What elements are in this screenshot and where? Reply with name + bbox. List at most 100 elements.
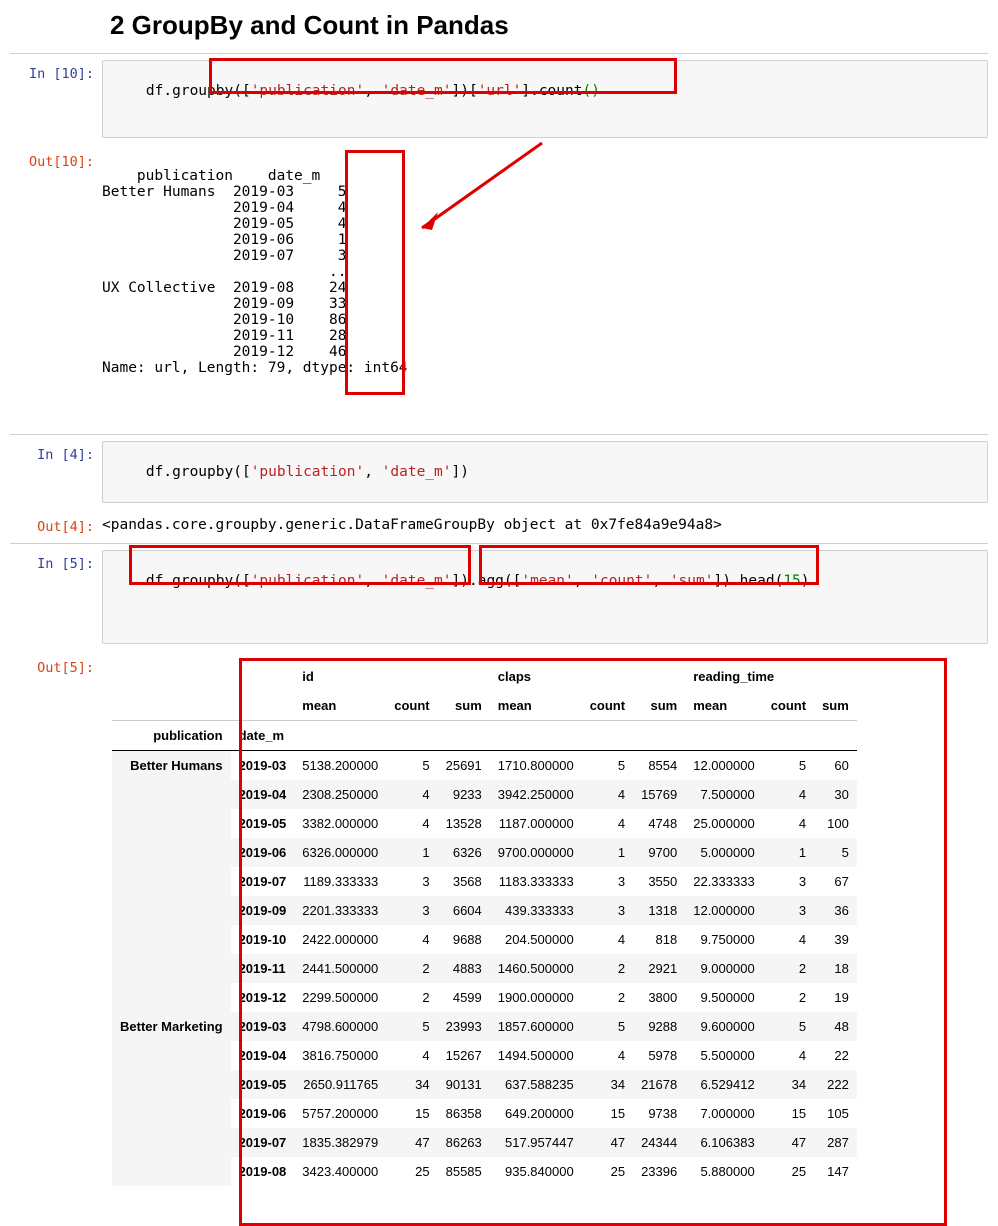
cell-value: 5 <box>386 751 437 781</box>
cell-value: 18 <box>814 954 857 983</box>
cell-value: 2299.500000 <box>294 983 386 1012</box>
cell-value: 222 <box>814 1070 857 1099</box>
th-spacer <box>112 662 231 691</box>
table-row: Better Humans2019-035138.200000525691171… <box>112 751 857 781</box>
th-spacer <box>633 721 685 751</box>
cell-value: 25 <box>763 1157 814 1186</box>
cell-value: 2650.911765 <box>294 1070 386 1099</box>
cell-value: 9.500000 <box>685 983 762 1012</box>
cell-value: 3 <box>386 896 437 925</box>
th-spacer <box>112 691 231 721</box>
cell-value: 649.200000 <box>490 1099 582 1128</box>
cell-value: 39 <box>814 925 857 954</box>
row-index-date: 2019-12 <box>231 983 295 1012</box>
cell-value: 5.000000 <box>685 838 762 867</box>
cell-value: 12.000000 <box>685 896 762 925</box>
cell-value: 204.500000 <box>490 925 582 954</box>
cell-value: 3 <box>582 867 633 896</box>
row-index-publication: Better Humans <box>112 751 231 1013</box>
dataframe-table: idclapsreading_timemeancountsummeancount… <box>112 662 857 1186</box>
sub-col-header: mean <box>685 691 762 721</box>
th-spacer <box>685 721 762 751</box>
cell-value: 15 <box>763 1099 814 1128</box>
cell-value: 5978 <box>633 1041 685 1070</box>
cell-value: 2 <box>582 954 633 983</box>
row-index-date: 2019-03 <box>231 751 295 781</box>
cell-value: 30 <box>814 780 857 809</box>
cell-value: 23396 <box>633 1157 685 1186</box>
out-prompt-5: Out[5]: <box>10 654 102 1186</box>
cell-value: 60 <box>814 751 857 781</box>
cell-value: 85585 <box>438 1157 490 1186</box>
cell-value: 4798.600000 <box>294 1012 386 1041</box>
cell-value: 21678 <box>633 1070 685 1099</box>
cell-value: 4 <box>386 780 437 809</box>
cell-value: 25 <box>386 1157 437 1186</box>
code-input-10[interactable]: df.groupby(['publication', 'date_m'])['u… <box>102 60 988 138</box>
cell-value: 15769 <box>633 780 685 809</box>
cell-value: 86358 <box>438 1099 490 1128</box>
code-input-4[interactable]: df.groupby(['publication', 'date_m']) <box>102 441 988 503</box>
cell-value: 1900.000000 <box>490 983 582 1012</box>
cell-value: 4 <box>386 925 437 954</box>
cell-value: 2 <box>386 983 437 1012</box>
output-cell-10: Out[10]: publication date_m Better Human… <box>10 144 988 434</box>
cell-value: 34 <box>582 1070 633 1099</box>
arrow-annotation <box>402 138 552 258</box>
th-spacer <box>814 721 857 751</box>
cell-value: 12.000000 <box>685 751 762 781</box>
input-cell-4: In [4]: df.groupby(['publication', 'date… <box>10 434 988 509</box>
cell-value: 3 <box>763 896 814 925</box>
cell-value: 9.750000 <box>685 925 762 954</box>
th-spacer <box>386 721 437 751</box>
cell-value: 5 <box>763 751 814 781</box>
cell-value: 9288 <box>633 1012 685 1041</box>
cell-value: 6326.000000 <box>294 838 386 867</box>
in-prompt-5: In [5]: <box>10 550 102 644</box>
cell-value: 4 <box>582 925 633 954</box>
row-index-date: 2019-03 <box>231 1012 295 1041</box>
col-group-header: claps <box>490 662 685 691</box>
cell-value: 25.000000 <box>685 809 762 838</box>
cell-value: 1187.000000 <box>490 809 582 838</box>
cell-value: 25 <box>582 1157 633 1186</box>
cell-value: 13528 <box>438 809 490 838</box>
cell-value: 3 <box>386 867 437 896</box>
in-prompt-10: In [10]: <box>10 60 102 138</box>
cell-value: 3 <box>582 896 633 925</box>
code-input-5[interactable]: df.groupby(['publication', 'date_m']).ag… <box>102 550 988 644</box>
cell-value: 147 <box>814 1157 857 1186</box>
cell-value: 4 <box>763 809 814 838</box>
cell-value: 2 <box>763 954 814 983</box>
cell-value: 9700 <box>633 838 685 867</box>
cell-value: 47 <box>763 1128 814 1157</box>
output-cell-4: Out[4]: <pandas.core.groupby.generic.Dat… <box>10 509 988 543</box>
cell-value: 90131 <box>438 1070 490 1099</box>
dataframe-output-5: idclapsreading_timemeancountsummeancount… <box>102 654 988 1186</box>
cell-value: 22.333333 <box>685 867 762 896</box>
input-cell-10: In [10]: df.groupby(['publication', 'dat… <box>10 53 988 144</box>
row-index-date: 2019-04 <box>231 1041 295 1070</box>
cell-value: 1183.333333 <box>490 867 582 896</box>
cell-value: 3816.750000 <box>294 1041 386 1070</box>
cell-value: 6.106383 <box>685 1128 762 1157</box>
cell-value: 3423.400000 <box>294 1157 386 1186</box>
row-index-date: 2019-07 <box>231 1128 295 1157</box>
cell-value: 7.500000 <box>685 780 762 809</box>
col-group-header: reading_time <box>685 662 857 691</box>
cell-value: 2441.500000 <box>294 954 386 983</box>
cell-value: 5 <box>582 751 633 781</box>
cell-value: 3568 <box>438 867 490 896</box>
cell-value: 3382.000000 <box>294 809 386 838</box>
cell-value: 5.500000 <box>685 1041 762 1070</box>
highlight-box-counts <box>345 150 405 395</box>
cell-value: 2 <box>582 983 633 1012</box>
cell-value: 517.957447 <box>490 1128 582 1157</box>
cell-value: 36 <box>814 896 857 925</box>
in-prompt-4: In [4]: <box>10 441 102 503</box>
cell-value: 5138.200000 <box>294 751 386 781</box>
cell-value: 4748 <box>633 809 685 838</box>
cell-value: 2 <box>763 983 814 1012</box>
cell-value: 47 <box>582 1128 633 1157</box>
out-prompt-4: Out[4]: <box>10 513 102 537</box>
